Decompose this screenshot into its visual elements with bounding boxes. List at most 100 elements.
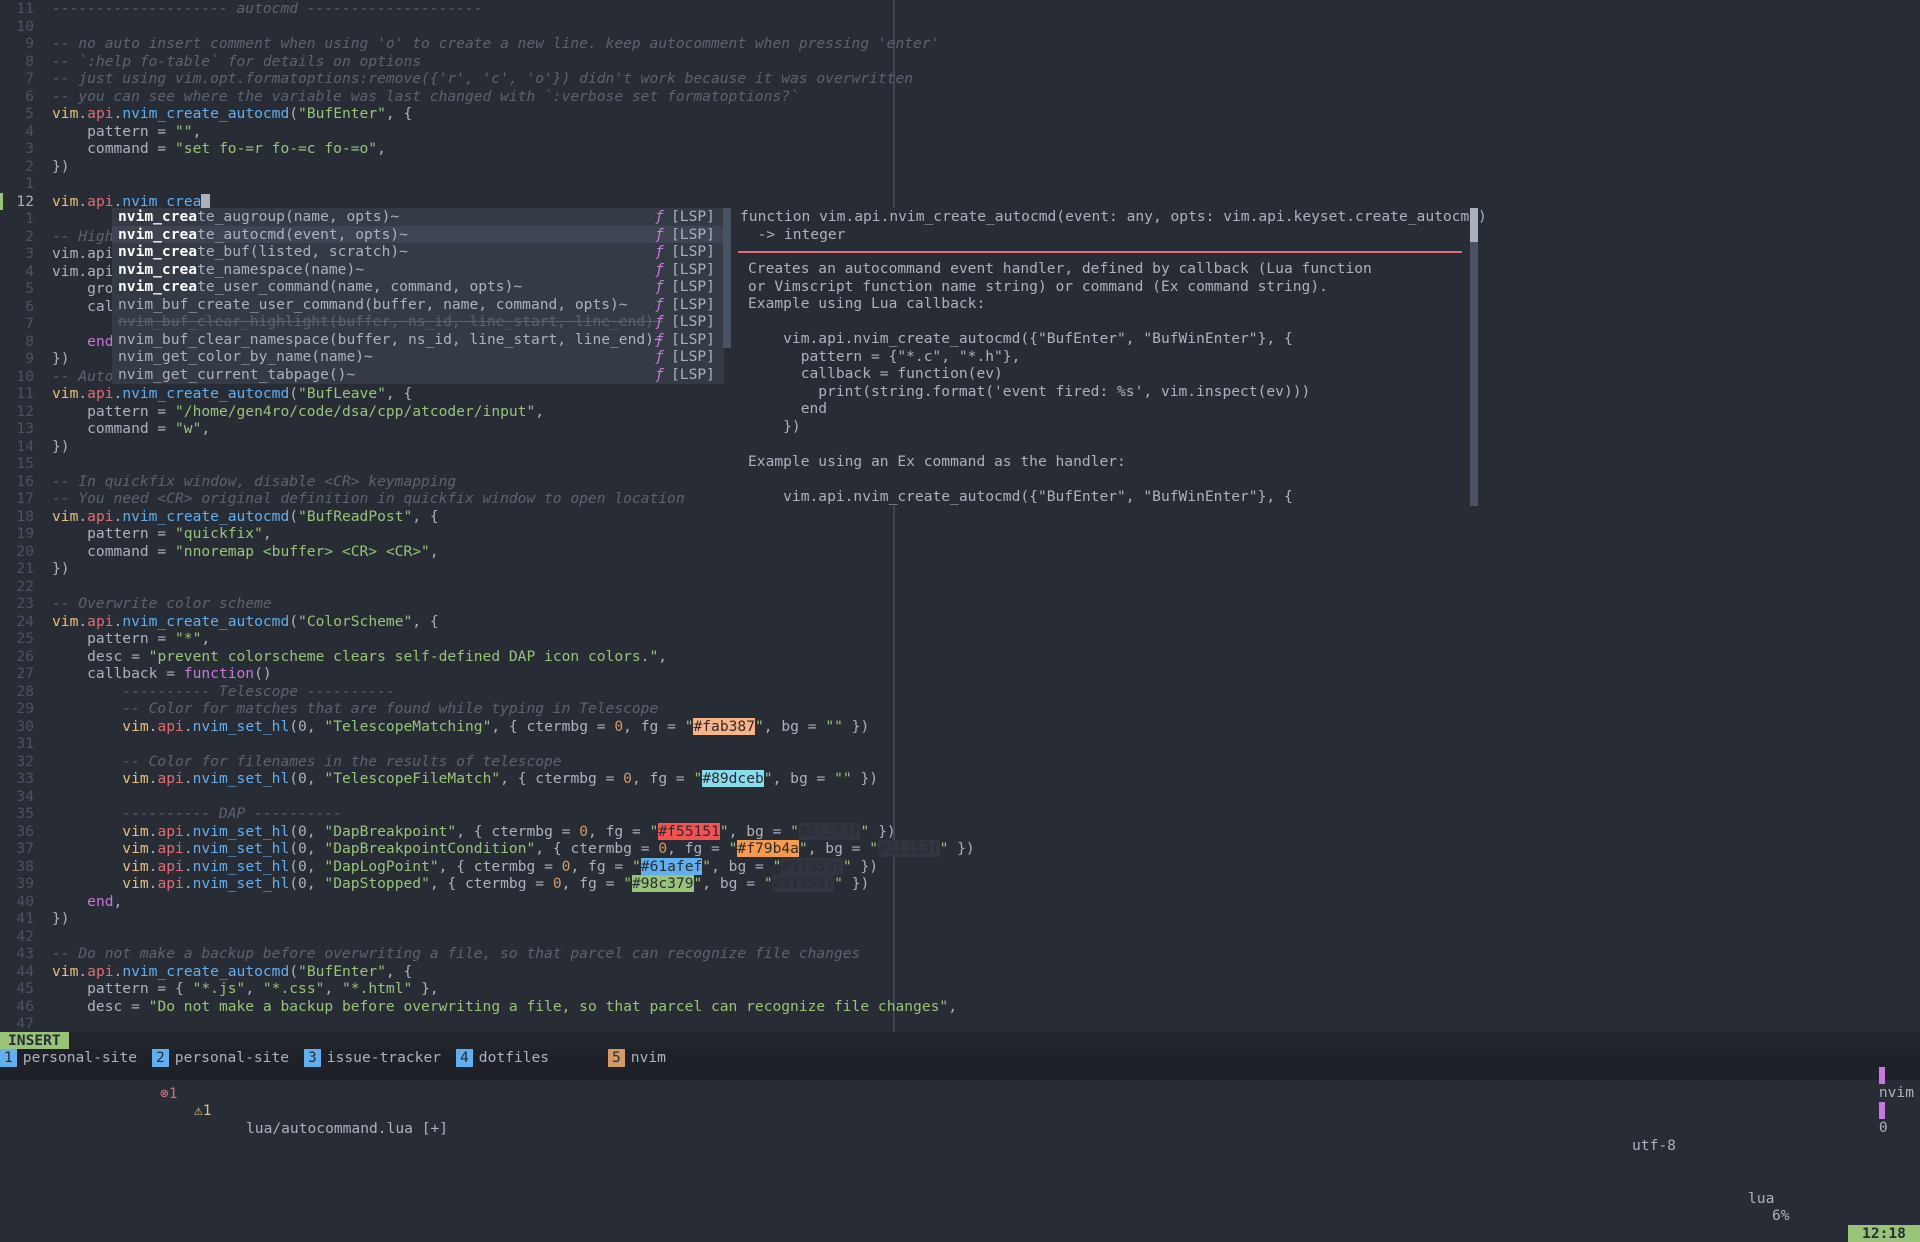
code-line[interactable]: 10	[0, 18, 52, 36]
code-text: vim.api.nvim_crea	[52, 193, 201, 210]
code-line[interactable]: 11vim.api.nvim_create_autocmd("BufLeave"…	[0, 385, 412, 403]
code-line[interactable]: 35 ---------- DAP ----------	[0, 805, 342, 823]
code-line[interactable]: 5 gro	[0, 280, 114, 298]
tmux-window-tab[interactable]: 1personal-site	[0, 1049, 143, 1067]
line-number: 8	[0, 53, 42, 71]
code-line[interactable]: 38 vim.api.nvim_set_hl(0, "DapLogPoint",…	[0, 858, 878, 876]
completion-item[interactable]: nvim_get_color_by_name(name)~ƒ[LSP]	[112, 348, 724, 366]
code-line[interactable]: 46 desc = "Do not make a backup before o…	[0, 998, 957, 1016]
code-line[interactable]: 15	[0, 455, 52, 473]
code-line[interactable]: 31	[0, 735, 52, 753]
code-line[interactable]: 27 callback = function()	[0, 665, 272, 683]
completion-item[interactable]: nvim_create_user_command(name, command, …	[112, 278, 724, 296]
completion-item[interactable]: nvim_buf_clear_namespace(buffer, ns_id, …	[112, 331, 724, 349]
code-line[interactable]: 22	[0, 578, 52, 596]
code-line[interactable]: 9-- no auto insert comment when using 'o…	[0, 35, 939, 53]
code-line[interactable]: 43-- Do not make a backup before overwri…	[0, 945, 860, 963]
code-line[interactable]: 7-- just using vim.opt.formatoptions:rem…	[0, 70, 913, 88]
code-text: vim.api.nvim_create_autocmd("BufEnter", …	[52, 105, 412, 122]
line-number: 19	[0, 525, 42, 543]
completion-item[interactable]: nvim_create_autocmd(event, opts)~ƒ[LSP]	[112, 226, 724, 244]
code-line[interactable]: 17-- You need <CR> original definition i…	[0, 490, 685, 508]
code-line[interactable]: 6-- you can see where the variable was l…	[0, 88, 799, 106]
code-line[interactable]: 20 command = "nnoremap <buffer> <CR> <CR…	[0, 543, 439, 561]
code-line[interactable]: 30 vim.api.nvim_set_hl(0, "TelescopeMatc…	[0, 718, 869, 736]
completion-item[interactable]: nvim_get_current_tabpage()~ƒ[LSP]	[112, 366, 724, 384]
completion-item-label: nvim_create_buf(listed, scratch)~	[118, 243, 408, 261]
code-line[interactable]: 6 cal	[0, 298, 114, 316]
code-line[interactable]: 8 end	[0, 333, 114, 351]
code-line[interactable]: 47	[0, 1015, 52, 1033]
code-line[interactable]: 12 pattern = "/home/gen4ro/code/dsa/cpp/…	[0, 403, 544, 421]
code-line[interactable]: 3vim.api	[0, 245, 114, 263]
completion-scrollbar[interactable]	[723, 208, 731, 348]
code-line[interactable]: 1	[0, 175, 52, 193]
session-count: 0	[1879, 1119, 1888, 1136]
window-separator[interactable]	[893, 0, 895, 1032]
line-number: 18	[0, 508, 42, 526]
completion-menu[interactable]: nvim_create_augroup(name, opts)~ƒ[LSP]nv…	[112, 208, 724, 384]
completion-item[interactable]: nvim_create_namespace(name)~ƒ[LSP]	[112, 261, 724, 279]
tmux-window-tab[interactable]: 3issue-tracker	[304, 1049, 447, 1067]
code-line[interactable]: 5vim.api.nvim_create_autocmd("BufEnter",…	[0, 105, 412, 123]
editor-pane[interactable]: 11-------------------- autocmd ---------…	[0, 0, 1920, 1032]
code-line[interactable]: 29 -- Color for matches that are found w…	[0, 700, 658, 718]
code-line[interactable]: 2})	[0, 158, 70, 176]
code-line[interactable]: 7	[0, 315, 52, 333]
docs-return-type: -> integer	[740, 226, 845, 244]
code-line[interactable]: 32 -- Color for filenames in the results…	[0, 753, 562, 771]
code-text: })	[52, 350, 70, 367]
code-line[interactable]: 23-- Overwrite color scheme	[0, 595, 272, 613]
code-line[interactable]: 26 desc = "prevent colorscheme clears se…	[0, 648, 667, 666]
code-line[interactable]: 19 pattern = "quickfix",	[0, 525, 272, 543]
code-line[interactable]: 42	[0, 928, 52, 946]
code-line[interactable]: 18vim.api.nvim_create_autocmd("BufReadPo…	[0, 508, 439, 526]
code-line[interactable]: 41})	[0, 910, 70, 928]
line-number: 21	[0, 560, 42, 578]
code-text: command = "nnoremap <buffer> <CR> <CR>",	[52, 543, 439, 560]
code-line[interactable]: 4vim.api	[0, 263, 114, 281]
code-text: pattern = { "*.js", "*.css", "*.html" },	[52, 980, 439, 997]
tmux-window-tab[interactable]: 2personal-site	[152, 1049, 295, 1067]
code-line[interactable]: 36 vim.api.nvim_set_hl(0, "DapBreakpoint…	[0, 823, 896, 841]
code-line[interactable]: 44vim.api.nvim_create_autocmd("BufEnter"…	[0, 963, 412, 981]
tmux-window-tab[interactable]: 5nvim	[608, 1049, 672, 1067]
completion-item[interactable]: nvim_buf_create_user_command(buffer, nam…	[112, 296, 724, 314]
code-line[interactable]: 3 command = "set fo-=r fo-=c fo-=o",	[0, 140, 386, 158]
code-line[interactable]: 8-- `:help fo-table` for details on opti…	[0, 53, 421, 71]
docs-scrollbar-thumb[interactable]	[1470, 208, 1478, 242]
docs-line: or Vimscript function name string) or co…	[748, 278, 1328, 296]
function-icon: ƒ	[655, 331, 664, 349]
code-line[interactable]: 14})	[0, 438, 70, 456]
completion-item[interactable]: nvim_buf_clear_highlight(buffer, ns_id, …	[112, 313, 724, 331]
code-line[interactable]: 37 vim.api.nvim_set_hl(0, "DapBreakpoint…	[0, 840, 975, 858]
completion-item[interactable]: nvim_create_augroup(name, opts)~ƒ[LSP]	[112, 208, 724, 226]
code-comment: -- Color for matches that are found whil…	[52, 700, 658, 717]
line-number: 5	[0, 280, 42, 298]
code-line[interactable]: 13 command = "w",	[0, 420, 210, 438]
code-line[interactable]: 4 pattern = "",	[0, 123, 201, 141]
tmux-window-tab[interactable]: 4dotfiles	[456, 1049, 555, 1067]
line-number: 47	[0, 1015, 42, 1033]
function-icon: ƒ	[655, 366, 664, 384]
code-line[interactable]: 28 ---------- Telescope ----------	[0, 683, 395, 701]
code-line[interactable]: 25 pattern = "*",	[0, 630, 210, 648]
code-line[interactable]: 1	[0, 210, 52, 228]
code-line[interactable]: 16-- In quickfix window, disable <CR> ke…	[0, 473, 456, 491]
code-line[interactable]: 34	[0, 788, 52, 806]
code-line[interactable]: 24vim.api.nvim_create_autocmd("ColorSche…	[0, 613, 439, 631]
code-text: vim.api	[52, 263, 114, 280]
completion-source: [LSP]	[671, 296, 715, 314]
completion-item[interactable]: nvim_create_buf(listed, scratch)~ƒ[LSP]	[112, 243, 724, 261]
docs-scrollbar[interactable]	[1470, 208, 1478, 506]
code-line[interactable]: 21})	[0, 560, 70, 578]
docs-line: print(string.format('event fired: %s', v…	[748, 383, 1310, 401]
code-line[interactable]: 40 end,	[0, 893, 122, 911]
code-line[interactable]: 45 pattern = { "*.js", "*.css", "*.html"…	[0, 980, 439, 998]
code-line[interactable]: 2-- High	[0, 228, 114, 246]
code-line[interactable]: 9})	[0, 350, 70, 368]
line-number: 14	[0, 438, 42, 456]
code-line[interactable]: 33 vim.api.nvim_set_hl(0, "TelescopeFile…	[0, 770, 878, 788]
code-line[interactable]: 39 vim.api.nvim_set_hl(0, "DapStopped", …	[0, 875, 869, 893]
code-line[interactable]: 11-------------------- autocmd ---------…	[0, 0, 483, 18]
